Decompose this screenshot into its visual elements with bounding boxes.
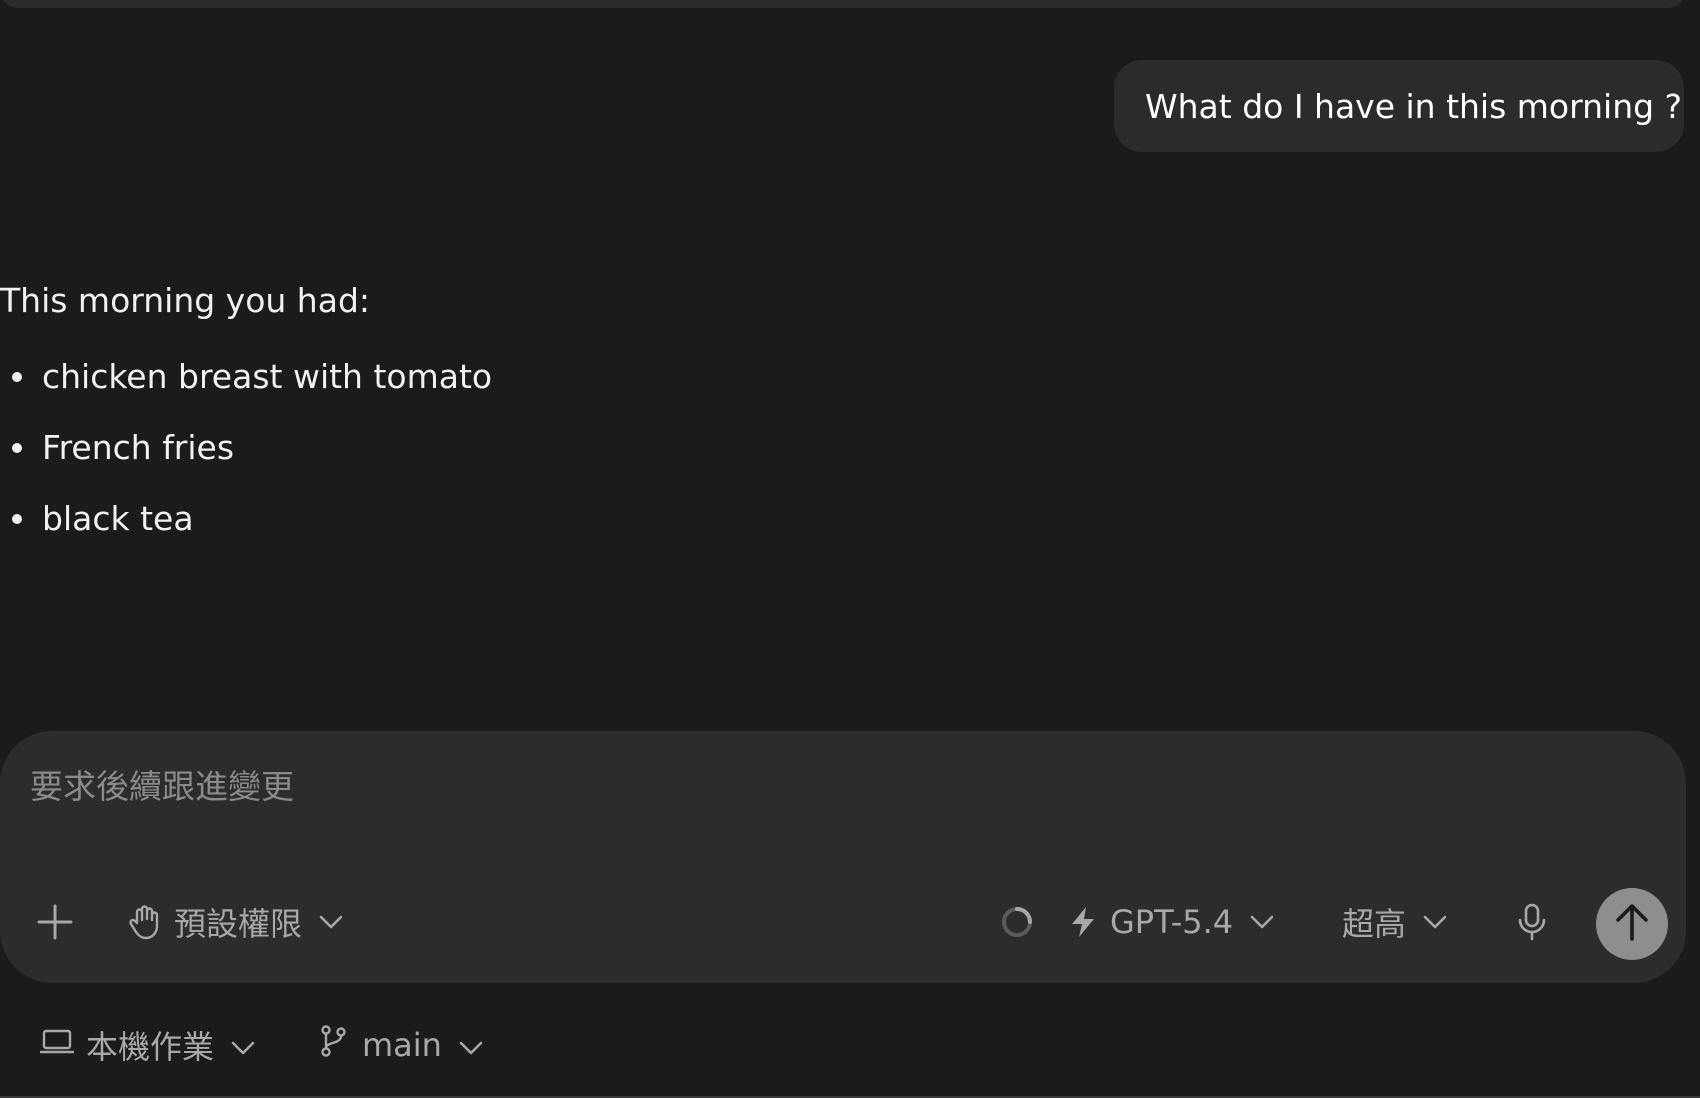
composer-toolbar: 預設權限 GPT-5.4 超高	[0, 883, 1686, 961]
bullet-icon	[12, 372, 22, 382]
composer: 預設權限 GPT-5.4	[0, 731, 1686, 983]
chevron-down-icon	[230, 1026, 256, 1064]
follow-up-input[interactable]	[30, 761, 1630, 811]
microphone-icon	[1517, 903, 1547, 941]
chevron-down-icon	[318, 914, 344, 930]
effort-label: 超高	[1342, 905, 1407, 943]
permissions-label: 預設權限	[174, 905, 303, 943]
model-selector[interactable]: GPT-5.4	[1068, 883, 1275, 961]
voice-input-button[interactable]	[1517, 883, 1547, 961]
user-message-text: What do I have in this morning ?	[1145, 86, 1683, 126]
laptop-icon	[39, 1026, 75, 1064]
branch-label: main	[362, 1026, 442, 1064]
bullet-icon	[12, 514, 22, 524]
chevron-down-icon	[458, 1026, 484, 1064]
assistant-message: This morning you had: chicken breast wit…	[0, 275, 900, 564]
status-indicator	[1000, 883, 1034, 961]
list-item: chicken breast with tomato	[0, 351, 900, 403]
environment-dropdown[interactable]: 本機作業	[39, 1010, 256, 1080]
add-attachment-button[interactable]	[36, 883, 74, 961]
list-item-text: chicken breast with tomato	[42, 357, 493, 396]
loading-spinner-icon	[1000, 905, 1034, 939]
footer-bar: 本機作業 main	[0, 1010, 1700, 1080]
environment-label: 本機作業	[86, 1028, 215, 1066]
permissions-dropdown[interactable]: 預設權限	[128, 883, 344, 961]
reasoning-effort-dropdown[interactable]: 超高	[1342, 883, 1448, 961]
hand-icon	[128, 904, 162, 940]
bullet-icon	[12, 443, 22, 453]
list-item: French fries	[0, 422, 900, 474]
list-item-text: black tea	[42, 499, 194, 538]
send-button[interactable]	[1596, 888, 1668, 960]
model-label: GPT-5.4	[1110, 903, 1234, 941]
chevron-down-icon	[1249, 914, 1275, 930]
branch-dropdown[interactable]: main	[318, 1010, 484, 1080]
list-item-text: French fries	[42, 428, 235, 467]
lightning-icon	[1068, 905, 1098, 939]
list-item: black tea	[0, 493, 900, 545]
plus-icon	[36, 903, 74, 941]
assistant-list: chicken breast with tomato French fries …	[0, 351, 900, 545]
assistant-intro-text: This morning you had:	[0, 281, 371, 320]
git-branch-icon	[318, 1024, 348, 1066]
previous-panel-edge	[0, 0, 1686, 8]
arrow-up-icon	[1613, 902, 1651, 946]
user-message-bubble: What do I have in this morning ?	[1114, 60, 1684, 152]
chevron-down-icon	[1422, 914, 1448, 930]
